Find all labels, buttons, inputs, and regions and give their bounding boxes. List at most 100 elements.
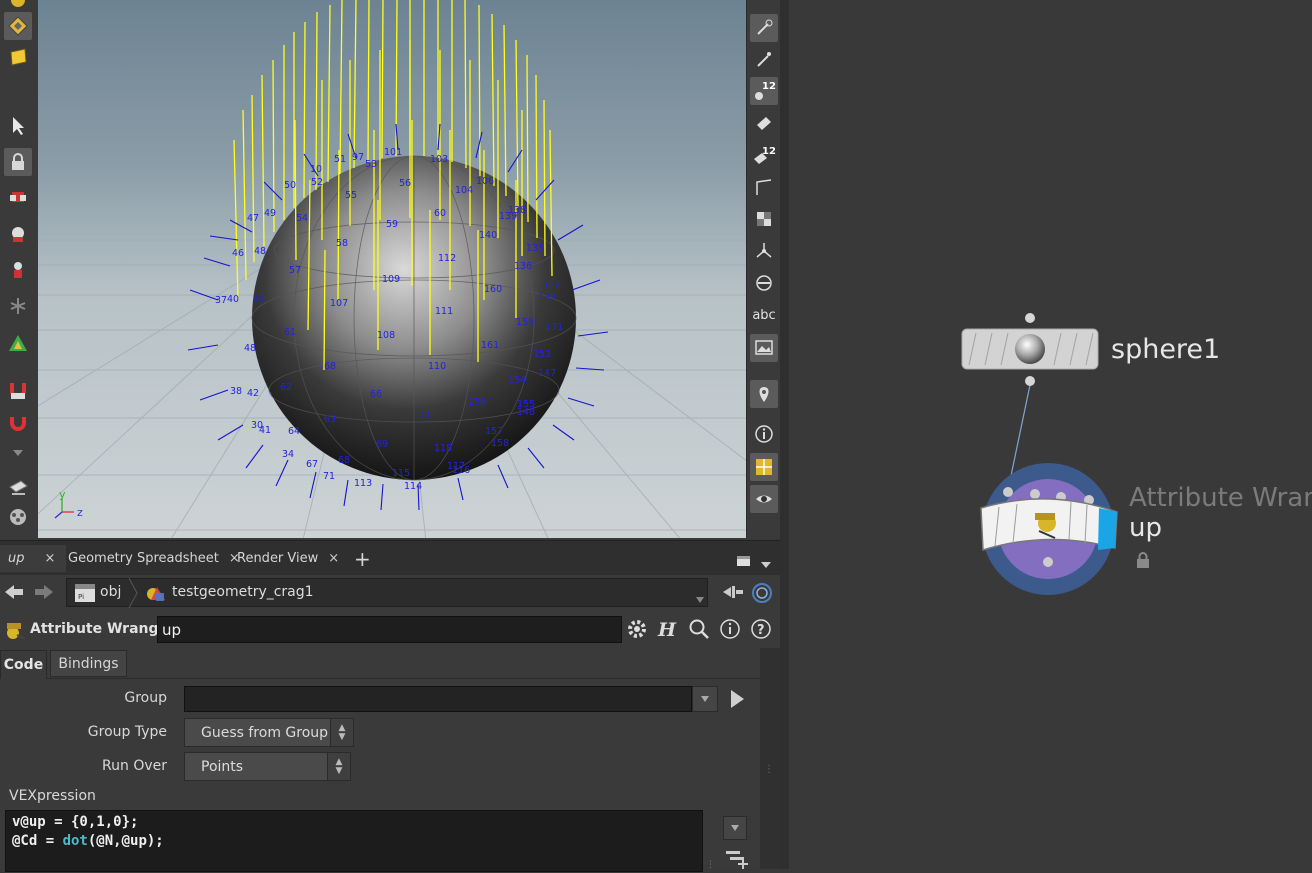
text-display-icon[interactable]: abc	[750, 301, 778, 329]
pane-divider[interactable]	[780, 0, 789, 869]
lock-icon[interactable]	[4, 148, 32, 176]
pane-menu-icon[interactable]	[760, 554, 772, 573]
normals-icon[interactable]	[750, 237, 778, 265]
code-line-2: @Cd = dot(@N,@up);	[12, 833, 164, 849]
map-pin-icon[interactable]	[750, 380, 778, 408]
parameter-scrollbar[interactable]: ⋮	[760, 648, 780, 869]
point-label: 131	[545, 322, 563, 333]
expand-arrow-icon[interactable]	[4, 444, 32, 462]
point-label: 109	[382, 274, 400, 285]
point-label: 132	[543, 280, 561, 291]
group-label: Group	[124, 690, 167, 706]
point-label: 66	[370, 389, 382, 400]
output-connector	[1025, 376, 1035, 386]
info-icon[interactable]	[719, 618, 741, 644]
lock-icon[interactable]	[1135, 551, 1151, 573]
group-field[interactable]	[184, 686, 692, 712]
network-editor[interactable]: sphere1 Attribute Wrangle up	[789, 0, 1312, 869]
select-arrow-icon[interactable]	[4, 112, 32, 140]
path-bar: Pi obj testgeometry_crag1	[0, 575, 780, 610]
display-mode-icon[interactable]	[750, 269, 778, 297]
snap-options-icon[interactable]	[4, 410, 32, 438]
scene-viewport[interactable]: 51 97 101 103 10 53 106 50 52 56 104 49 …	[38, 0, 746, 538]
axis-y-label: y	[59, 488, 66, 501]
edge-display-icon[interactable]	[750, 173, 778, 201]
scale-tool-icon[interactable]	[4, 256, 32, 284]
point-label: 40	[227, 294, 239, 305]
select-arrow-icon[interactable]	[728, 688, 746, 714]
point-label: 115	[392, 468, 410, 479]
create-spare-params-icon[interactable]	[724, 848, 750, 873]
run-over-value: Points	[201, 758, 244, 775]
point-label: 148	[517, 407, 535, 418]
background-image-icon[interactable]	[750, 334, 778, 362]
prim-numbers-icon[interactable]: 12	[750, 141, 778, 169]
select-primitives-icon[interactable]	[4, 43, 32, 71]
point-label: 57	[289, 265, 301, 276]
tab-code[interactable]: Code	[0, 650, 47, 679]
code-presets-button[interactable]	[723, 816, 747, 840]
link-circle-icon[interactable]	[751, 582, 773, 608]
select-components-icon[interactable]	[4, 12, 32, 40]
camera-reel-icon[interactable]	[4, 503, 32, 531]
brush-icon[interactable]	[750, 14, 778, 42]
point-label: 48	[244, 343, 256, 354]
point-label: 38	[230, 386, 242, 397]
group-dropdown-button[interactable]	[692, 686, 718, 712]
houdini-help-icon[interactable]: H	[656, 617, 680, 646]
node-name-field[interactable]: up	[157, 616, 622, 643]
close-icon[interactable]: ×	[328, 551, 339, 566]
handle-tool-icon[interactable]	[4, 330, 32, 358]
spin-arrows-icon: ▲ ▼	[330, 719, 353, 746]
point-label: 107	[330, 298, 348, 309]
group-type-dropdown[interactable]: Guess from Group ▲ ▼	[184, 718, 354, 747]
forward-arrow-icon[interactable]	[34, 583, 54, 605]
tab-geometry-spreadsheet[interactable]: Geometry Spreadsheet ×	[60, 545, 248, 572]
point-numbers-icon[interactable]: 12	[750, 77, 778, 105]
point-label: 47	[247, 213, 259, 224]
viewport-resize-grip[interactable]: · · · · · · · · · ·	[374, 530, 434, 538]
group-type-label: Group Type	[87, 724, 167, 740]
pin-pane-icon[interactable]	[722, 583, 744, 605]
move-tool-icon[interactable]	[4, 183, 32, 211]
path-dropdown-icon[interactable]	[695, 589, 705, 608]
tab-up[interactable]: up ×	[0, 545, 66, 572]
point-label: 139	[499, 211, 517, 222]
prim-display-icon[interactable]	[750, 109, 778, 137]
pin-tool-icon[interactable]	[750, 45, 778, 73]
rotate-tool-icon[interactable]	[4, 220, 32, 248]
geometry-object-icon	[145, 583, 167, 607]
wrangle-node-icon	[4, 619, 28, 647]
info-icon[interactable]	[750, 420, 778, 448]
help-question-icon[interactable]: ?	[750, 618, 772, 644]
checker-icon[interactable]	[750, 205, 778, 233]
search-icon[interactable]	[688, 618, 710, 644]
point-label: 153	[533, 349, 551, 360]
point-label: 63	[324, 414, 336, 425]
point-label: 140	[479, 230, 497, 241]
maximize-pane-icon[interactable]	[736, 552, 752, 571]
pose-tool-icon[interactable]	[4, 292, 32, 320]
add-tab-button[interactable]: +	[346, 545, 379, 572]
back-arrow-icon[interactable]	[4, 583, 24, 605]
path-root[interactable]: obj	[100, 584, 121, 600]
gear-icon[interactable]	[626, 618, 650, 646]
grid-view-icon[interactable]	[750, 453, 778, 481]
editor-resize-grip[interactable]: ⋮	[706, 854, 716, 870]
close-icon[interactable]: ×	[45, 551, 56, 566]
tab-render-view[interactable]: Render View ×	[229, 545, 347, 572]
point-label: 56	[399, 178, 411, 189]
tab-bindings[interactable]: Bindings	[50, 650, 127, 677]
run-over-dropdown[interactable]: Points ▲ ▼	[184, 752, 351, 781]
point-label: 34	[282, 449, 294, 460]
construction-plane-icon[interactable]	[4, 472, 32, 500]
sphere1-node-name: sphere1	[1111, 334, 1221, 365]
point-label: 161	[481, 340, 499, 351]
snap-magnet-icon[interactable]	[4, 376, 32, 404]
sphere-node-icon	[1015, 334, 1045, 364]
visibility-eye-icon[interactable]	[750, 485, 778, 513]
path-field[interactable]: Pi obj testgeometry_crag1	[66, 578, 708, 608]
svg-text:⋮: ⋮	[706, 860, 715, 869]
path-node[interactable]: testgeometry_crag1	[172, 584, 314, 600]
vex-code-editor[interactable]: v@up = {0,1,0}; @Cd = dot(@N,@up);	[5, 810, 703, 872]
